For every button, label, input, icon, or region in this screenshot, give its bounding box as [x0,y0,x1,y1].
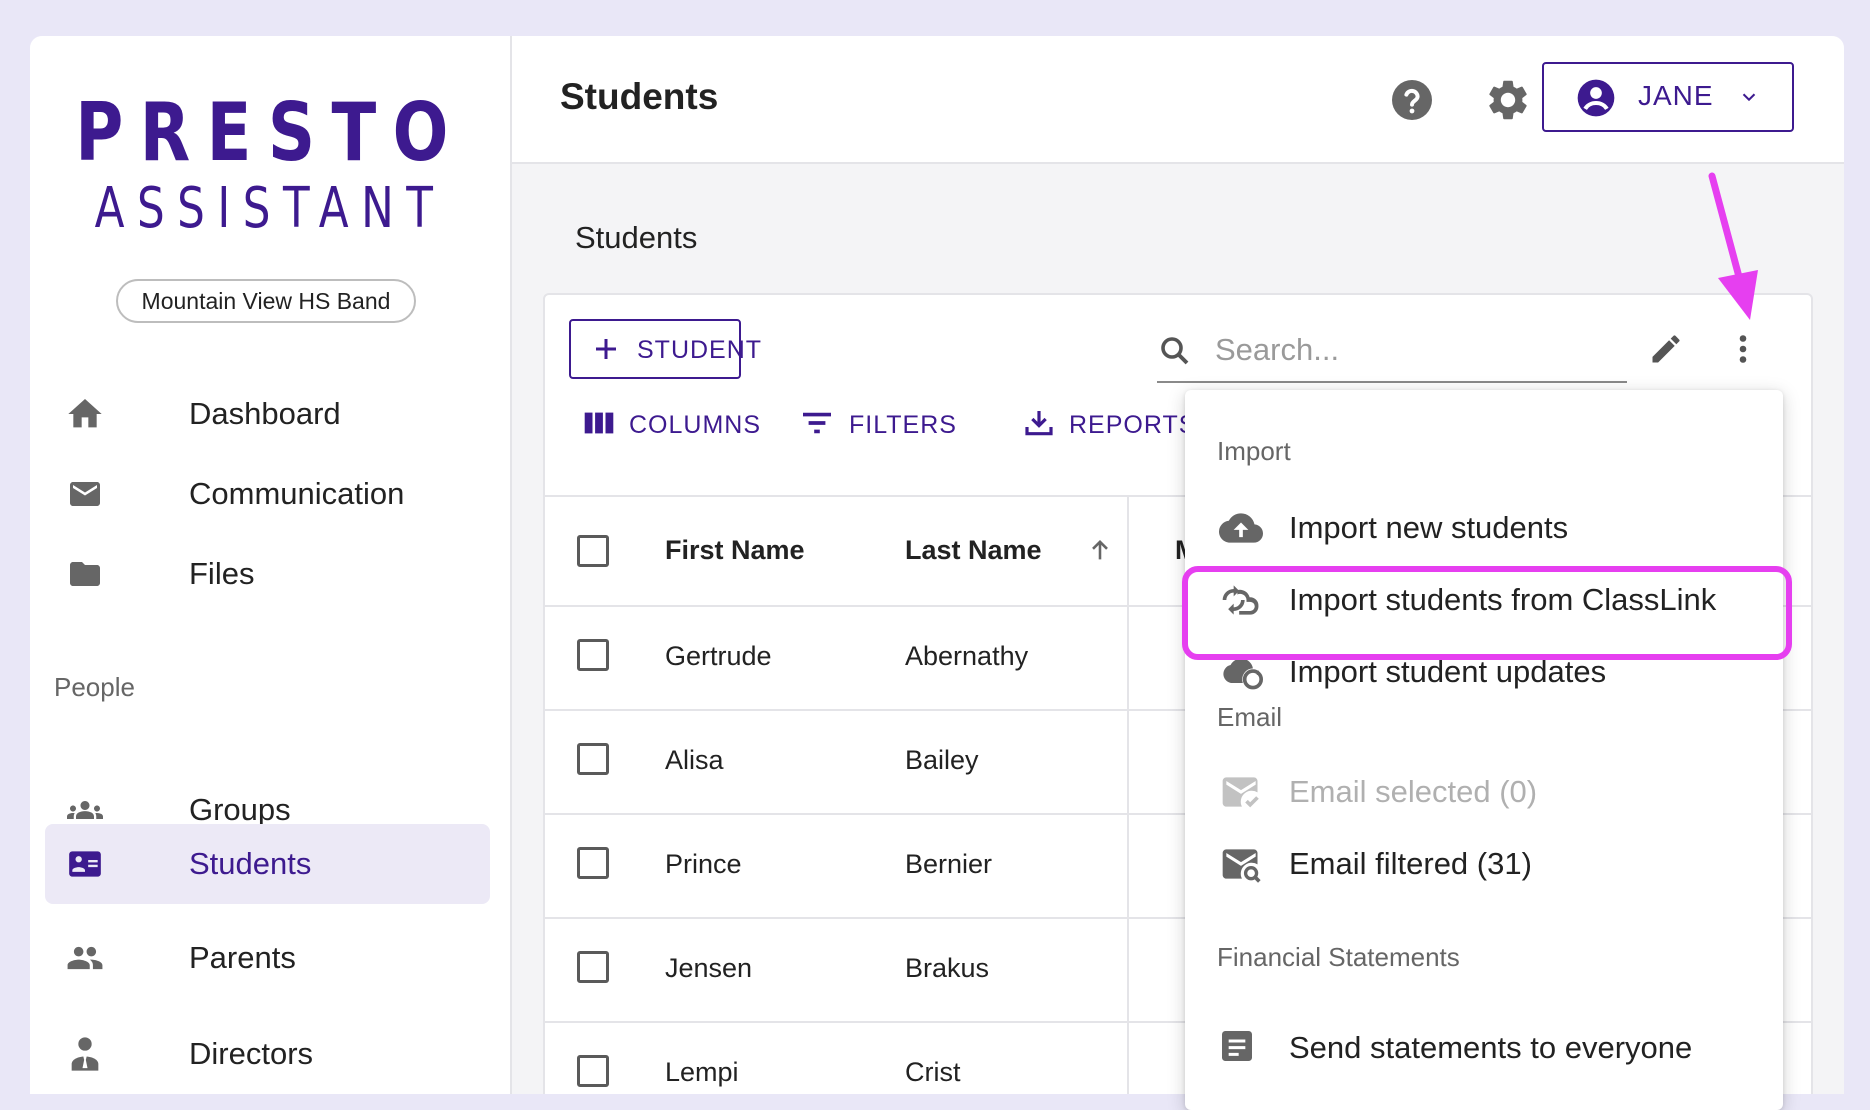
filters-label: FILTERS [849,410,957,439]
plus-icon [591,334,621,369]
menu-item-send-statements[interactable]: Send statements to everyone [1185,1012,1783,1084]
search-field[interactable] [1157,319,1627,383]
sidebar-item-communication[interactable]: Communication [45,454,490,534]
cell-first-name: Alisa [665,745,724,775]
column-header-first-name[interactable]: First Name [665,535,805,566]
annotation-arrow [1708,172,1758,320]
filters-button[interactable]: FILTERS [799,405,957,445]
folder-icon [63,552,107,596]
more-vertical-icon[interactable] [1731,331,1755,372]
row-checkbox[interactable] [577,951,609,983]
menu-item-label: Import new students [1289,510,1569,545]
menu-section-import: Import [1217,436,1291,466]
edit-pencil-icon[interactable] [1648,331,1684,372]
sidebar-item-label: Groups [189,792,291,827]
sidebar-item-label: Files [189,556,255,591]
add-student-label: STUDENT [637,336,763,364]
search-input[interactable] [1213,327,1617,373]
mail-search-icon [1217,842,1265,886]
sidebar-item-label: Directors [189,1036,314,1071]
home-icon [63,392,107,436]
people-icon [63,936,107,980]
cell-first-name: Prince [665,849,742,879]
statement-icon [1217,1026,1265,1070]
gear-icon[interactable] [1484,76,1532,124]
filter-icon [799,409,835,442]
search-icon [1157,333,1193,374]
organization-pill[interactable]: Mountain View HS Band [116,279,416,323]
menu-section-email: Email [1217,702,1283,732]
menu-item-label: Email filtered (31) [1289,846,1532,881]
row-checkbox[interactable] [577,639,609,671]
menu-section-financial: Financial Statements [1217,942,1460,972]
sidebar-item-label: Communication [189,476,405,511]
user-name: JANE [1638,80,1714,111]
mail-icon [63,472,107,516]
sidebar-item-files[interactable]: Files [45,534,490,614]
sidebar-item-label: Students [189,846,312,881]
director-icon [63,1032,107,1076]
sidebar-item-label: Parents [189,940,296,975]
menu-item-label: Email selected (0) [1289,774,1538,809]
cell-last-name: Bernier [905,849,993,879]
help-circle-icon[interactable] [1388,76,1436,124]
logo-assistant: ASSISTANT [94,176,446,241]
sidebar-item-directors[interactable]: Directors [45,1014,490,1094]
cloud-upload-icon [1217,506,1265,550]
columns-button[interactable]: COLUMNS [583,405,761,445]
sidebar-item-students[interactable]: Students [45,824,490,904]
cell-first-name: Lempi [665,1057,739,1087]
content-title: Students [575,220,698,255]
page-title: Students [560,76,719,117]
cell-last-name: Abernathy [905,641,1029,671]
select-all-checkbox[interactable] [577,535,609,567]
row-checkbox[interactable] [577,847,609,879]
account-circle-icon [1576,78,1616,123]
add-student-button[interactable]: STUDENT [569,319,761,379]
reports-button[interactable]: REPORTS [1023,405,1196,445]
sidebar-item-dashboard[interactable]: Dashboard [45,374,490,454]
menu-item-label: Send statements to everyone [1289,1030,1693,1065]
sidebar: PRESTO ASSISTANT Mountain View HS Band D… [30,36,512,1094]
sidebar-item-parents[interactable]: Parents [45,918,490,998]
section-label-people: People [54,672,135,702]
cell-first-name: Gertrude [665,641,772,671]
menu-item-email-selected[interactable]: Email selected (0) [1185,756,1783,828]
download-icon [1023,407,1055,444]
cell-first-name: Jensen [665,953,753,983]
reports-label: REPORTS [1069,410,1197,439]
user-menu-button[interactable]: JANE [1542,62,1794,132]
menu-item-email-filtered[interactable]: Email filtered (31) [1185,828,1783,900]
cell-last-name: Crist [905,1057,961,1087]
highlight-box [1182,566,1792,660]
row-checkbox[interactable] [577,1055,609,1087]
row-checkbox[interactable] [577,743,609,775]
sort-arrow-up-icon[interactable] [1086,535,1114,570]
chevron-down-icon [1738,86,1760,113]
cell-last-name: Brakus [905,953,990,983]
columns-icon [583,410,615,441]
columns-label: COLUMNS [629,410,762,439]
cell-last-name: Bailey [905,745,979,775]
column-header-last-name[interactable]: Last Name [905,535,1042,566]
menu-item-import-new-students[interactable]: Import new students [1185,492,1783,564]
sidebar-item-label: Dashboard [189,396,341,431]
logo-presto: PRESTO [75,86,465,179]
mail-check-icon [1217,770,1265,814]
student-id-card-icon [63,842,107,886]
top-bar: Students JANE [512,36,1844,164]
actions-menu: Import Import new students Import studen… [1185,390,1783,1110]
